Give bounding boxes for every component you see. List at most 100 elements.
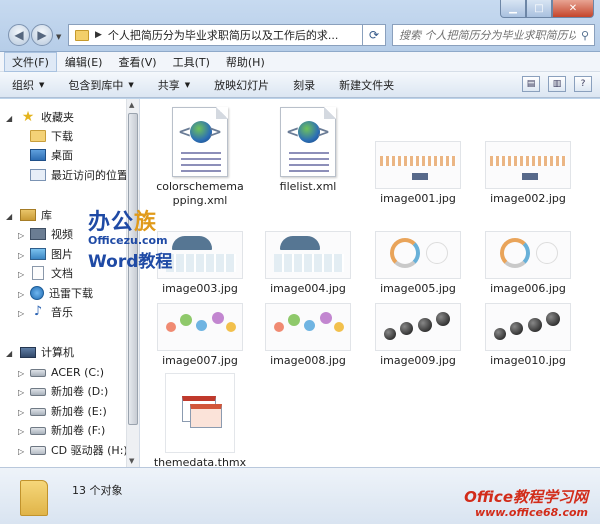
file-name: image007.jpg	[162, 354, 238, 367]
sidebar-item-drive-f[interactable]: 新加卷 (F:)	[30, 421, 105, 439]
menu-edit[interactable]: 编辑(E)	[57, 52, 111, 72]
file-item[interactable]: < > colorschemema pping.xml	[148, 107, 252, 208]
sidebar-item-music[interactable]: ♪ 音乐	[30, 303, 73, 321]
menu-help[interactable]: 帮助(H)	[218, 52, 273, 72]
address-path[interactable]: 个人把简历分为毕业求职简历以及工作后的求...	[108, 27, 371, 43]
sidebar-item-label: 桌面	[51, 149, 73, 162]
minimize-icon: ▁	[509, 3, 517, 14]
expand-arrow-icon[interactable]: ▷	[18, 290, 24, 299]
include-library-button[interactable]: 包含到库中 ▼	[68, 77, 133, 93]
computer-icon	[20, 346, 36, 358]
expand-arrow-icon[interactable]: ▷	[18, 388, 24, 397]
change-view-icon[interactable]: ▤	[522, 76, 540, 92]
expand-arrow-icon[interactable]: ▷	[18, 447, 24, 456]
file-name: filelist.xml	[279, 180, 337, 193]
menu-view[interactable]: 查看(V)	[110, 52, 164, 72]
expand-arrow-icon[interactable]: ▷	[18, 408, 24, 417]
scroll-down-icon[interactable]: ▼	[129, 457, 134, 465]
search-icon[interactable]: ⚲	[576, 29, 594, 42]
star-icon: ★	[21, 109, 35, 125]
collapse-arrow-icon[interactable]: ◢	[6, 114, 12, 123]
sidebar-item-libraries[interactable]: 库	[20, 206, 52, 224]
sidebar-item-drive-d[interactable]: 新加卷 (D:)	[30, 382, 108, 400]
file-item[interactable]: image010.jpg	[476, 291, 580, 368]
sidebar-item-downloads[interactable]: 下载	[30, 127, 73, 145]
search-box[interactable]: 搜索 个人把简历分为毕业求职简历以... ⚲	[392, 24, 595, 46]
arrow-right-icon: ▶	[37, 28, 47, 42]
sidebar-item-desktop[interactable]: 桌面	[30, 146, 73, 164]
scroll-up-icon[interactable]: ▲	[129, 101, 134, 109]
menu-tools[interactable]: 工具(T)	[165, 52, 218, 72]
sidebar-item-label: 音乐	[51, 306, 73, 319]
new-folder-label: 新建文件夹	[339, 78, 395, 92]
file-item[interactable]: image009.jpg	[366, 291, 470, 368]
maximize-button[interactable]: □	[526, 0, 552, 18]
file-item[interactable]: image007.jpg	[148, 291, 252, 368]
sidebar-item-label: 计算机	[41, 346, 74, 359]
sidebar-item-drive-h[interactable]: CD 驱动器 (H:) C	[30, 441, 139, 459]
file-item[interactable]: themedata.thmx	[148, 373, 252, 470]
sidebar-item-label: 库	[41, 209, 52, 222]
watermark-word: Word教程	[88, 252, 173, 272]
expand-arrow-icon[interactable]: ▷	[18, 309, 24, 318]
sidebar-item-computer[interactable]: 计算机	[20, 343, 74, 361]
file-name: image001.jpg	[380, 192, 456, 205]
slideshow-button[interactable]: 放映幻灯片	[214, 77, 269, 93]
back-button[interactable]: ◀	[8, 24, 30, 46]
expand-arrow-icon[interactable]: ▷	[18, 251, 24, 260]
chevron-down-icon: ▼	[39, 80, 45, 89]
menu-file[interactable]: 文件(F)	[4, 51, 57, 72]
organize-button[interactable]: 组织 ▼	[12, 77, 44, 93]
file-item[interactable]: < > filelist.xml	[256, 107, 360, 194]
sidebar-item-drive-c[interactable]: ACER (C:)	[30, 363, 104, 381]
burn-button[interactable]: 刻录	[293, 77, 315, 93]
close-button[interactable]: ✕	[552, 0, 594, 18]
sidebar-item-favorites[interactable]: ★ 收藏夹	[20, 108, 74, 126]
help-icon[interactable]: ?	[574, 76, 592, 92]
expand-arrow-icon[interactable]: ▷	[18, 270, 24, 279]
sidebar-item-recent[interactable]: 最近访问的位置	[30, 166, 128, 184]
video-library-icon	[30, 228, 46, 240]
sidebar-item-drive-e[interactable]: 新加卷 (E:)	[30, 402, 107, 420]
minimize-button[interactable]: ▁	[500, 0, 526, 18]
theme-file-icon	[165, 373, 235, 453]
sidebar-item-documents[interactable]: 文档	[30, 264, 73, 282]
recent-pages-dropdown-icon[interactable]: ▼	[56, 33, 61, 41]
sidebar-item-videos[interactable]: 视频	[30, 225, 73, 243]
sidebar-item-thunder[interactable]: 迅雷下载	[30, 284, 93, 302]
image-thumbnail	[485, 303, 571, 351]
collapse-arrow-icon[interactable]: ◢	[6, 212, 12, 221]
preview-pane-icon[interactable]: ▥	[548, 76, 566, 92]
file-item[interactable]: image008.jpg	[256, 291, 360, 368]
file-item[interactable]: image005.jpg	[366, 219, 470, 296]
refresh-button[interactable]: ⟳	[362, 24, 386, 46]
image-thumbnail	[485, 141, 571, 189]
sidebar-scrollbar[interactable]: ▲ ▼	[126, 99, 139, 467]
share-button[interactable]: 共享 ▼	[158, 77, 190, 93]
expand-arrow-icon[interactable]: ▷	[18, 369, 24, 378]
file-item[interactable]: image002.jpg	[476, 129, 580, 206]
sidebar-item-pictures[interactable]: 图片	[30, 245, 73, 263]
image-thumbnail	[375, 303, 461, 351]
file-item[interactable]: image006.jpg	[476, 219, 580, 296]
sidebar-item-label: ACER (C:)	[51, 365, 105, 379]
file-item[interactable]: image004.jpg	[256, 219, 360, 296]
share-label: 共享	[157, 78, 180, 92]
search-input[interactable]: 搜索 个人把简历分为毕业求职简历以...	[399, 27, 576, 43]
sidebar-item-label: 图片	[51, 248, 73, 261]
expand-arrow-icon[interactable]: ▷	[18, 231, 24, 240]
collapse-arrow-icon[interactable]: ◢	[6, 349, 12, 358]
watermark-site-name: Office教程学习网	[464, 488, 588, 506]
forward-button[interactable]: ▶	[31, 24, 53, 46]
new-folder-button[interactable]: 新建文件夹	[339, 77, 394, 93]
burn-label: 刻录	[293, 78, 316, 92]
file-item[interactable]: image001.jpg	[366, 129, 470, 206]
chevron-right-icon[interactable]: ▶	[95, 30, 102, 40]
chevron-down-icon: ▼	[184, 80, 191, 89]
cd-drive-icon	[30, 445, 46, 455]
sidebar-item-label: 迅雷下载	[49, 287, 93, 300]
expand-arrow-icon[interactable]: ▷	[18, 427, 24, 436]
address-bar[interactable]: ▶ 个人把简历分为毕业求职简历以及工作后的求... ▼	[68, 24, 386, 46]
file-name: image010.jpg	[490, 354, 566, 367]
details-pane: 13 个对象 Office教程学习网 www.office68.com	[0, 467, 600, 524]
